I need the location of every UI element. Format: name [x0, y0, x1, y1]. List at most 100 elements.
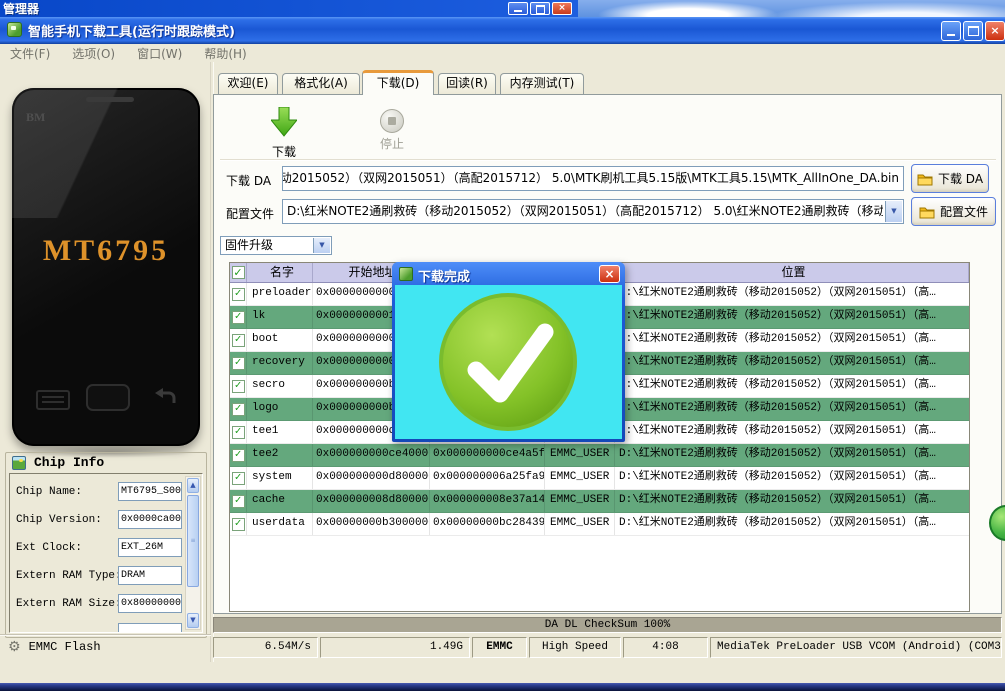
- emmc-flash-row: ⚙ EMMC Flash: [8, 640, 101, 654]
- config-browse-button[interactable]: 配置文件: [911, 197, 996, 226]
- chip-info-field: Chip Version: 0x0000ca00: [10, 510, 202, 532]
- row-checkbox[interactable]: ✓: [232, 495, 245, 508]
- cell-start: 0x000000000d800000: [313, 467, 430, 489]
- cell-end: 0x000000000ce4a5ff: [430, 444, 545, 466]
- cell-start: 0x000000000ce40000: [313, 444, 430, 466]
- chip-info-panel: ▲ ≡ ▼ Chip Name: MT6795_S00 Chip Version…: [9, 473, 203, 633]
- row-checkbox[interactable]: ✓: [232, 518, 245, 531]
- chip-info-icon: [12, 456, 26, 470]
- bg-close-button[interactable]: ×: [552, 2, 572, 15]
- chevron-down-icon[interactable]: ▼: [313, 238, 330, 253]
- cell-location: D:\红米NOTE2通刷救砖（移动2015052）（双网2015051）（高…: [615, 421, 969, 443]
- bg-maximize-button[interactable]: [530, 2, 550, 15]
- table-row[interactable]: ✓ cache 0x000000008d800000 0x000000008e3…: [230, 490, 969, 513]
- row-checkbox[interactable]: ✓: [232, 334, 245, 347]
- download-button[interactable]: 下载: [264, 107, 304, 160]
- phone-brand-label: BM: [26, 110, 45, 125]
- check-icon: ✓: [235, 473, 242, 484]
- minimize-button[interactable]: [941, 21, 961, 41]
- row-checkbox[interactable]: ✓: [232, 403, 245, 416]
- chip-field-value[interactable]: EXT_26M: [118, 538, 182, 557]
- cell-name: cache: [247, 490, 313, 512]
- menu-item[interactable]: 选项(O): [72, 45, 115, 62]
- chip-field-value[interactable]: 0x0000ca00: [118, 510, 182, 529]
- chevron-down-icon[interactable]: ▼: [885, 201, 902, 222]
- check-icon: ✓: [235, 335, 242, 346]
- phone-home-button-icon: [86, 384, 130, 411]
- close-button[interactable]: ×: [985, 21, 1005, 41]
- phone-chip-label: MT6795: [12, 234, 200, 268]
- cell-region: EMMC_USER: [545, 490, 615, 512]
- status-device-port: MediaTek PreLoader USB VCOM (Android) (C…: [710, 637, 1002, 658]
- config-label: 配置文件: [226, 205, 274, 222]
- check-icon: ✓: [235, 381, 242, 392]
- cell-location: D:\红米NOTE2通刷救砖（移动2015052）（双网2015051）（高…: [615, 283, 969, 305]
- cell-location: D:\红米NOTE2通刷救砖（移动2015052）（双网2015051）（高…: [615, 467, 969, 489]
- cell-end: 0x00000000bc284393: [430, 513, 545, 535]
- chip-field-value[interactable]: DRAM: [118, 566, 182, 585]
- phone-speaker: [86, 97, 134, 102]
- progress-bar: DA DL CheckSum 100%: [213, 617, 1002, 633]
- table-row[interactable]: ✓ system 0x000000000d800000 0x000000006a…: [230, 467, 969, 490]
- header-location[interactable]: 位置: [615, 263, 969, 282]
- tab[interactable]: 回读(R): [438, 73, 496, 94]
- cell-region: EMMC_USER: [545, 513, 615, 535]
- stop-button[interactable]: 停止: [372, 107, 412, 152]
- maximize-button[interactable]: [963, 21, 983, 41]
- menu-item[interactable]: 帮助(H): [204, 45, 246, 62]
- download-arrow-icon: [271, 107, 297, 137]
- folder-icon: [917, 172, 933, 186]
- config-path-combobox[interactable]: D:\红米NOTE2通刷救砖（移动2015052）（双网2015051）（高配2…: [282, 199, 904, 224]
- tab[interactable]: 格式化(A): [282, 73, 360, 94]
- success-check-icon: [438, 292, 578, 432]
- gear-icon: ⚙: [8, 640, 21, 654]
- dialog-close-icon[interactable]: ×: [599, 265, 620, 283]
- row-checkbox[interactable]: ✓: [232, 449, 245, 462]
- status-speed: 6.54M/s: [213, 637, 318, 658]
- chip-field-value[interactable]: MT6795_S00: [118, 482, 182, 501]
- row-checkbox[interactable]: ✓: [232, 472, 245, 485]
- cell-name: preloader: [247, 283, 313, 305]
- chip-info-field: Chip Name: MT6795_S00: [10, 482, 202, 504]
- chip-field-value[interactable]: 0x80000000: [118, 594, 182, 613]
- cell-location: D:\红米NOTE2通刷救砖（移动2015052）（双网2015051）（高…: [615, 398, 969, 420]
- bg-minimize-button[interactable]: [508, 2, 528, 15]
- toolbar-separator: [220, 159, 996, 161]
- select-all-checkbox[interactable]: ✓: [232, 266, 245, 279]
- da-browse-button[interactable]: 下载 DA: [911, 164, 989, 193]
- chip-info-title: Chip Info: [34, 455, 104, 470]
- row-checkbox[interactable]: ✓: [232, 311, 245, 324]
- row-checkbox[interactable]: ✓: [232, 357, 245, 370]
- taskbar-edge: [0, 683, 1005, 691]
- stop-icon: [380, 109, 404, 133]
- table-row[interactable]: ✓ tee2 0x000000000ce40000 0x000000000ce4…: [230, 444, 969, 467]
- window-title: 智能手机下载工具(运行时跟踪模式): [28, 21, 235, 40]
- row-checkbox[interactable]: ✓: [232, 426, 245, 439]
- header-name[interactable]: 名字: [247, 263, 313, 282]
- chip-field-label: Extern RAM Size:: [16, 598, 122, 610]
- cell-start: 0x00000000b3000000: [313, 513, 430, 535]
- row-checkbox[interactable]: ✓: [232, 288, 245, 301]
- row-checkbox[interactable]: ✓: [232, 380, 245, 393]
- cell-name: system: [247, 467, 313, 489]
- firmware-mode-combobox[interactable]: 固件升级 ▼: [220, 236, 332, 255]
- menu-item[interactable]: 窗口(W): [137, 45, 182, 62]
- cell-location: D:\红米NOTE2通刷救砖（移动2015052）（双网2015051）（高…: [615, 329, 969, 351]
- chip-field-label: Chip Version:: [16, 514, 102, 526]
- chip-field-label: Ext Clock:: [16, 542, 82, 554]
- menu-item[interactable]: 文件(F): [10, 45, 50, 62]
- tab[interactable]: 下载(D): [362, 70, 434, 95]
- chip-field-partial: [118, 623, 182, 632]
- cell-end: 0x000000006a25fa97: [430, 467, 545, 489]
- cell-location: D:\红米NOTE2通刷救砖（移动2015052）（双网2015051）（高…: [615, 513, 969, 535]
- phone-glare: [12, 88, 200, 218]
- check-icon: ✓: [235, 496, 242, 507]
- check-icon: ✓: [235, 358, 242, 369]
- tab[interactable]: 欢迎(E): [218, 73, 278, 94]
- check-icon: ✓: [235, 404, 242, 415]
- dialog-body: [395, 285, 622, 439]
- da-path-input[interactable]: 救砖（移动2015052）（双网2015051）（高配2015712） 5.0\…: [282, 166, 904, 191]
- table-row[interactable]: ✓ userdata 0x00000000b3000000 0x00000000…: [230, 513, 969, 536]
- tab[interactable]: 内存测试(T): [500, 73, 584, 94]
- check-icon: ✓: [235, 289, 242, 300]
